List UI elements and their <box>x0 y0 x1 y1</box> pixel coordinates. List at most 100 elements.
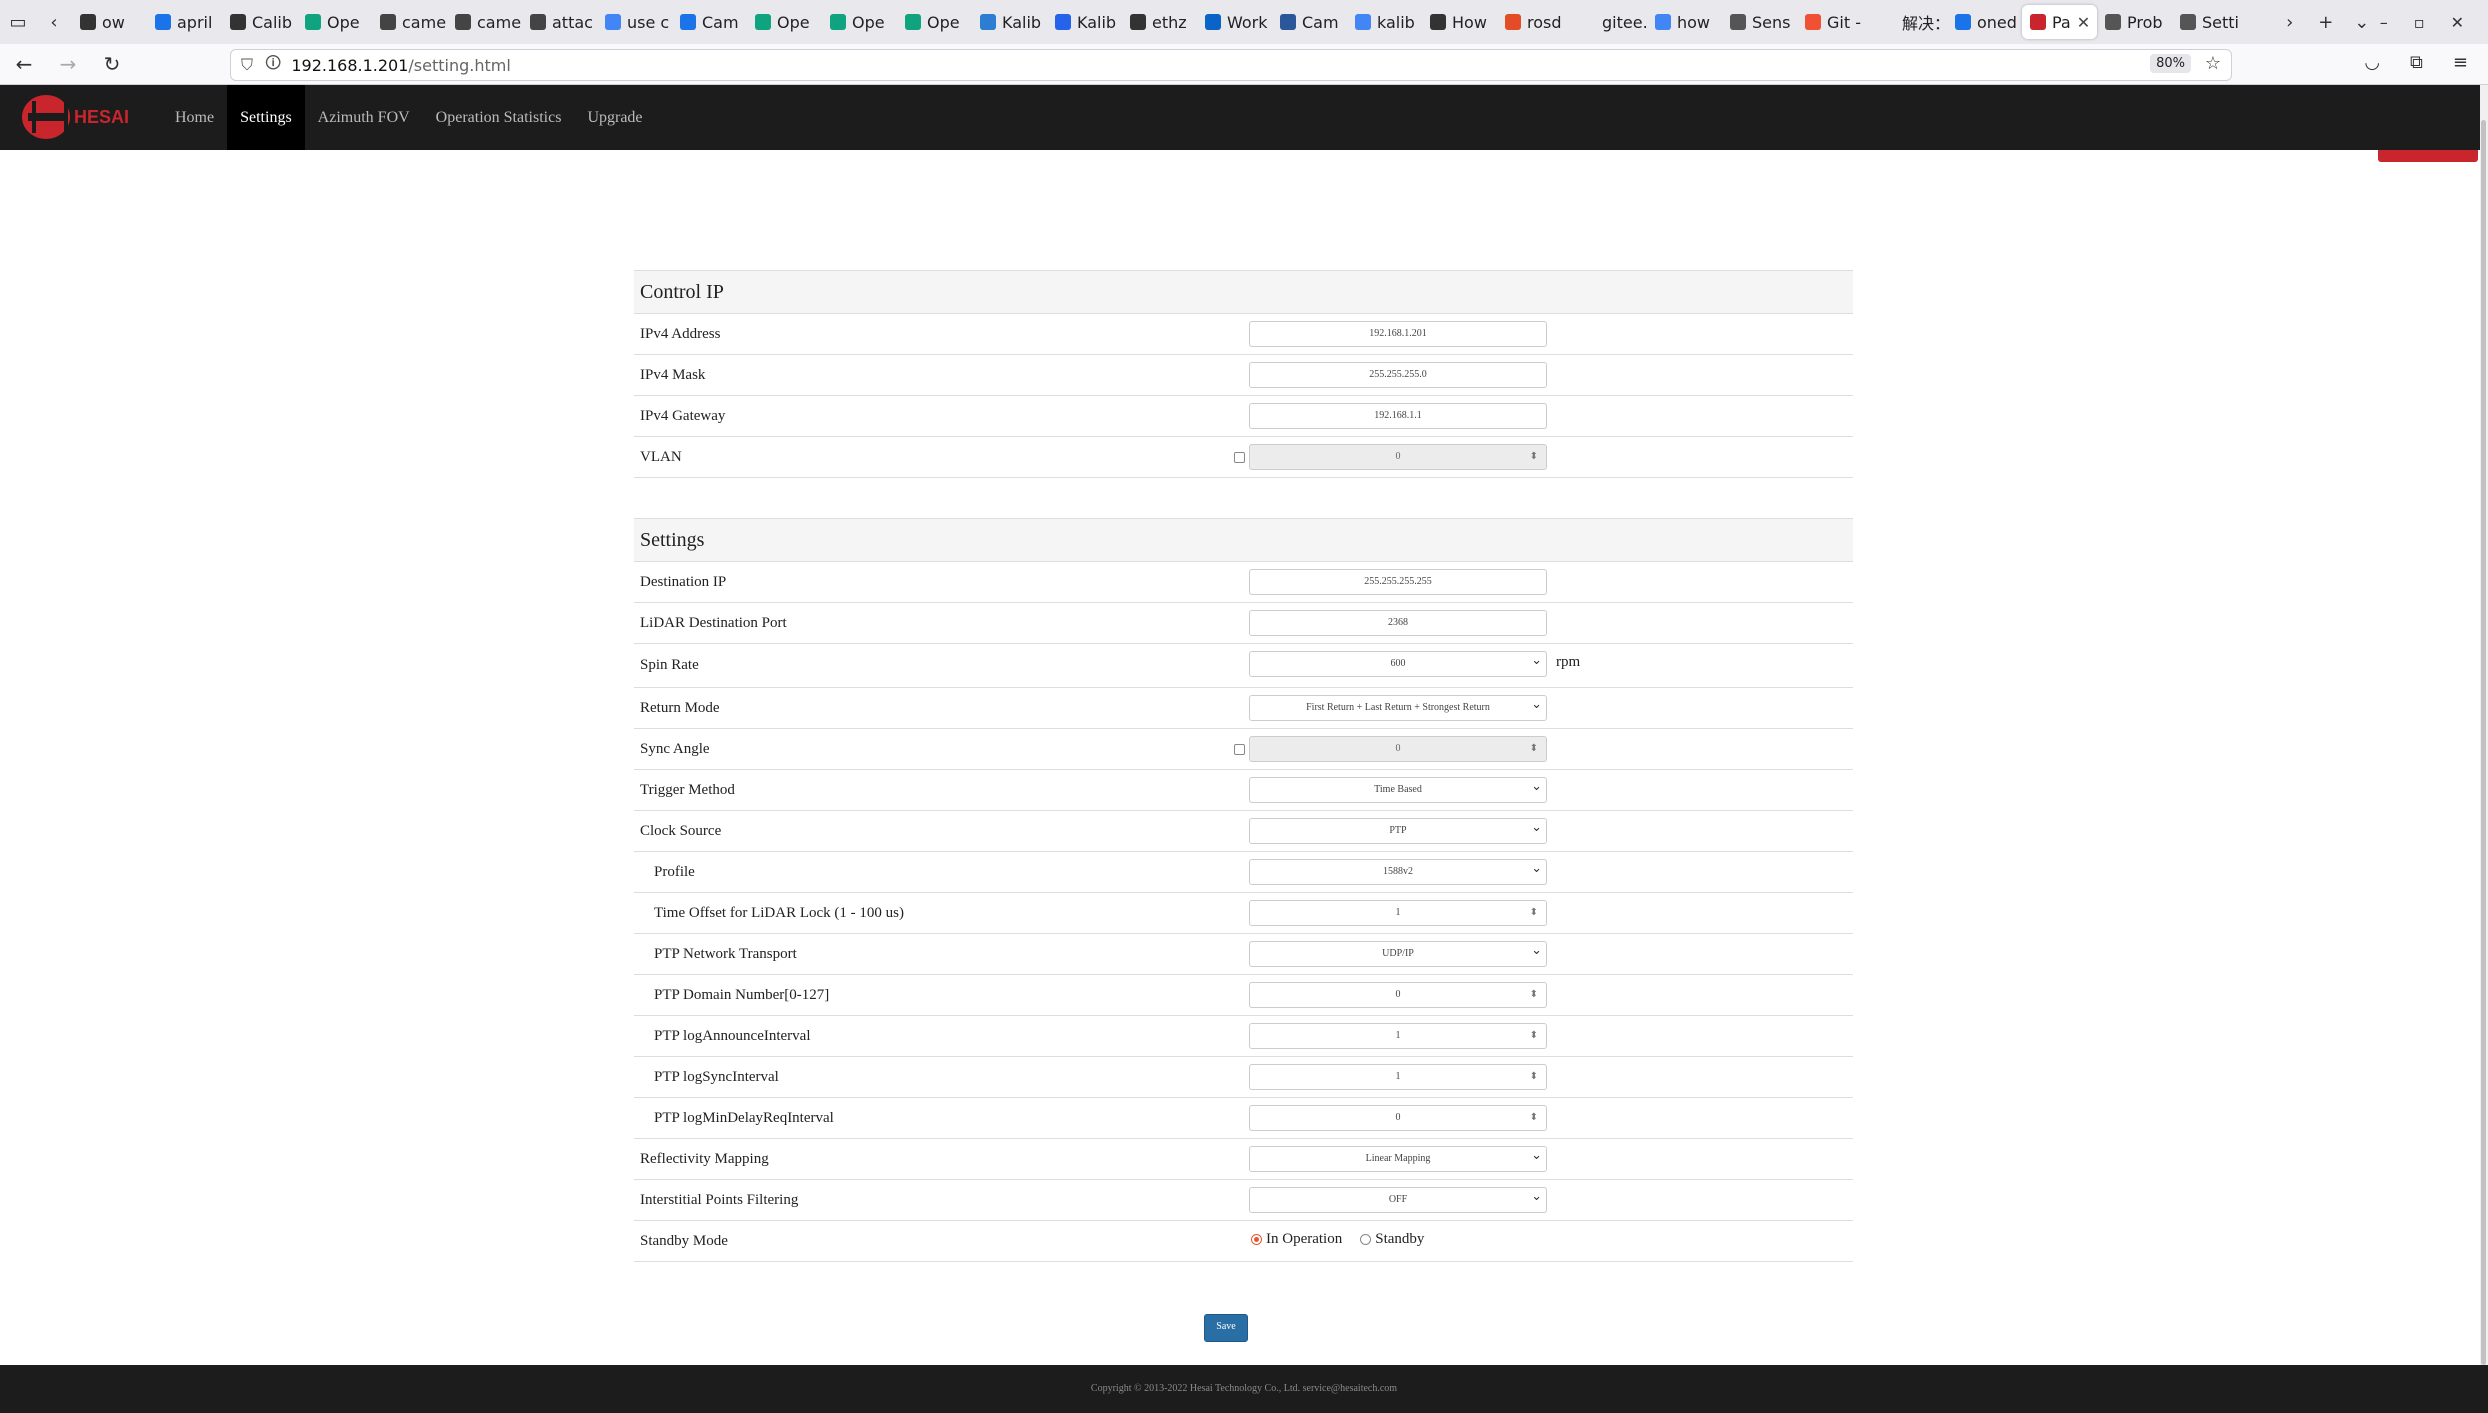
browser-tab[interactable]: april <box>147 5 222 39</box>
ptp-sync-input[interactable]: 1 <box>1249 1064 1547 1090</box>
lidar-port-input[interactable]: 2368 <box>1249 610 1547 636</box>
interstitial-select[interactable]: OFF <box>1249 1184 1547 1213</box>
time-offset-input[interactable]: 1 <box>1249 900 1547 926</box>
tab-list: ow april Calib Ope came came attac use c Cam Ope O… <box>72 0 2272 44</box>
profile-select[interactable]: 1588v2 <box>1249 856 1547 885</box>
restore-icon[interactable]: ▫ <box>2414 13 2425 32</box>
radio-in-operation[interactable]: In Operation <box>1251 1231 1342 1248</box>
bookmark-star-icon[interactable]: ☆ <box>2205 53 2221 74</box>
sync-angle-input[interactable]: 0 <box>1249 736 1547 762</box>
browser-tab[interactable]: rosd <box>1497 5 1572 39</box>
row-ipv4-gateway: IPv4 Gateway 192.168.1.1 <box>634 396 1853 437</box>
trigger-method-select[interactable]: Time Based <box>1249 774 1547 803</box>
browser-tab[interactable]: oned <box>1947 5 2022 39</box>
openai-icon <box>905 14 921 30</box>
browser-tab[interactable]: Setti <box>2172 5 2247 39</box>
reload-icon[interactable]: ↻ <box>90 52 134 76</box>
browser-tab[interactable]: Ope <box>747 5 822 39</box>
menu-upgrade[interactable]: Upgrade <box>574 85 655 150</box>
ptp-announce-input[interactable]: 1 <box>1249 1023 1547 1049</box>
browser-tab[interactable]: Kalib <box>972 5 1047 39</box>
menu-settings[interactable]: Settings <box>227 85 305 150</box>
radio-in-operation-dot[interactable] <box>1251 1234 1262 1245</box>
forward-icon[interactable]: → <box>46 52 90 76</box>
url-bar[interactable]: ⛉ 🛈 192.168.1.201/setting.html 80% ☆ <box>230 49 2232 81</box>
browser-tab[interactable]: kalib <box>1347 5 1422 39</box>
pocket-icon[interactable]: ◡ <box>2364 52 2380 73</box>
browser-tab[interactable]: Ope <box>297 5 372 39</box>
browser-tab[interactable]: how <box>1647 5 1722 39</box>
menu-azimuth-fov[interactable]: Azimuth FOV <box>305 85 423 150</box>
tab-overview-icon[interactable]: ▭ <box>0 12 36 33</box>
vlan-input[interactable]: 0 <box>1249 444 1547 470</box>
browser-tab[interactable]: Sens <box>1722 5 1797 39</box>
ptp-transport-label: PTP Network Transport <box>654 945 797 962</box>
browser-tab[interactable]: Prob <box>2097 5 2172 39</box>
extensions-icon[interactable]: ⧉ <box>2410 52 2423 73</box>
ptp-mindelay-input[interactable]: 0 <box>1249 1105 1547 1131</box>
radio-standby[interactable]: Standby <box>1360 1231 1424 1248</box>
hesai-logo[interactable]: HESAI <box>22 95 129 139</box>
ipv4-mask-input[interactable]: 255.255.255.0 <box>1249 362 1547 388</box>
toolbar-right: ◡ ⧉ ≡ <box>2364 52 2468 73</box>
destination-ip-label: Destination IP <box>640 573 727 590</box>
ipv4-gateway-label: IPv4 Gateway <box>640 407 726 424</box>
ptp-domain-input[interactable]: 0 <box>1249 982 1547 1008</box>
ptp-transport-select[interactable]: UDP/IP <box>1249 938 1547 967</box>
ipv4-address-input[interactable]: 192.168.1.201 <box>1249 321 1547 347</box>
browser-tab[interactable]: Calib <box>222 5 297 39</box>
close-window-icon[interactable]: ✕ <box>2451 13 2464 32</box>
footer-copyright: Copyright © 2013-2022 Hesai Technology C… <box>0 1365 2488 1413</box>
browser-tab[interactable]: ethz <box>1122 5 1197 39</box>
browser-tab[interactable]: use c <box>597 5 672 39</box>
browser-tab-label: april <box>177 12 213 32</box>
radio-standby-dot[interactable] <box>1360 1234 1372 1245</box>
shield-icon[interactable]: ⛉ <box>241 55 253 75</box>
browser-tab[interactable]: Cam <box>672 5 747 39</box>
scroll-tabs-left-icon[interactable]: ‹ <box>36 12 72 33</box>
browser-tab[interactable]: attac <box>522 5 597 39</box>
github-icon <box>230 14 246 30</box>
browser-tab[interactable]: Ope <box>897 5 972 39</box>
browser-tab[interactable]: Git - <box>1797 5 1872 39</box>
clock-source-select[interactable]: PTP <box>1249 815 1547 844</box>
browser-tab[interactable]: Pa ✕ <box>2022 5 2097 39</box>
browser-tab[interactable]: came <box>447 5 522 39</box>
lidar-port-label: LiDAR Destination Port <box>640 614 787 631</box>
reflectivity-select[interactable]: Linear Mapping <box>1249 1143 1547 1172</box>
menu-home[interactable]: Home <box>162 85 227 150</box>
top-right-red-button[interactable] <box>2378 150 2478 162</box>
zoom-level[interactable]: 80% <box>2150 54 2191 73</box>
minimize-icon[interactable]: – <box>2380 13 2388 32</box>
settings-form: Control IP IPv4 Address 192.168.1.201 IP… <box>634 270 1853 1262</box>
save-button[interactable]: Save <box>1204 1314 1248 1342</box>
tab-list-dropdown-icon[interactable]: ⌄ <box>2344 12 2380 33</box>
browser-tab[interactable]: Cam <box>1272 5 1347 39</box>
sync-angle-checkbox[interactable] <box>1234 744 1245 755</box>
return-mode-select[interactable]: First Return + Last Return + Strongest R… <box>1249 692 1547 721</box>
scroll-tabs-right-icon[interactable]: › <box>2272 12 2308 33</box>
hamburger-menu-icon[interactable]: ≡ <box>2453 52 2468 73</box>
destination-ip-input[interactable]: 255.255.255.255 <box>1249 569 1547 595</box>
browser-tab[interactable]: Work <box>1197 5 1272 39</box>
vlan-checkbox[interactable] <box>1234 452 1245 463</box>
browser-tab[interactable]: came <box>372 5 447 39</box>
page-info-icon[interactable]: 🛈 <box>265 52 281 79</box>
new-tab-icon[interactable]: + <box>2308 12 2344 33</box>
browser-tab-label: came <box>402 12 447 32</box>
time-offset-label: Time Offset for LiDAR Lock (1 - 100 us) <box>654 904 904 921</box>
close-tab-icon[interactable]: ✕ <box>2077 13 2090 32</box>
ipv4-gateway-input[interactable]: 192.168.1.1 <box>1249 403 1547 429</box>
browser-tab[interactable]: Ope <box>822 5 897 39</box>
browser-tab[interactable]: ow <box>72 5 147 39</box>
menu-operation-statistics[interactable]: Operation Statistics <box>423 85 575 150</box>
browser-tab[interactable]: Kalib <box>1047 5 1122 39</box>
row-clock-source: Clock Source PTP <box>634 811 1853 852</box>
spin-rate-select[interactable]: 600 <box>1249 648 1547 677</box>
back-icon[interactable]: ← <box>2 52 46 76</box>
scrollbar-thumb[interactable] <box>2481 120 2486 1365</box>
browser-tab[interactable]: How <box>1422 5 1497 39</box>
page-scrollbar[interactable] <box>2480 85 2488 1365</box>
browser-tab[interactable]: 解决：/ <box>1872 5 1947 39</box>
browser-tab[interactable]: gitee.co <box>1572 5 1647 39</box>
